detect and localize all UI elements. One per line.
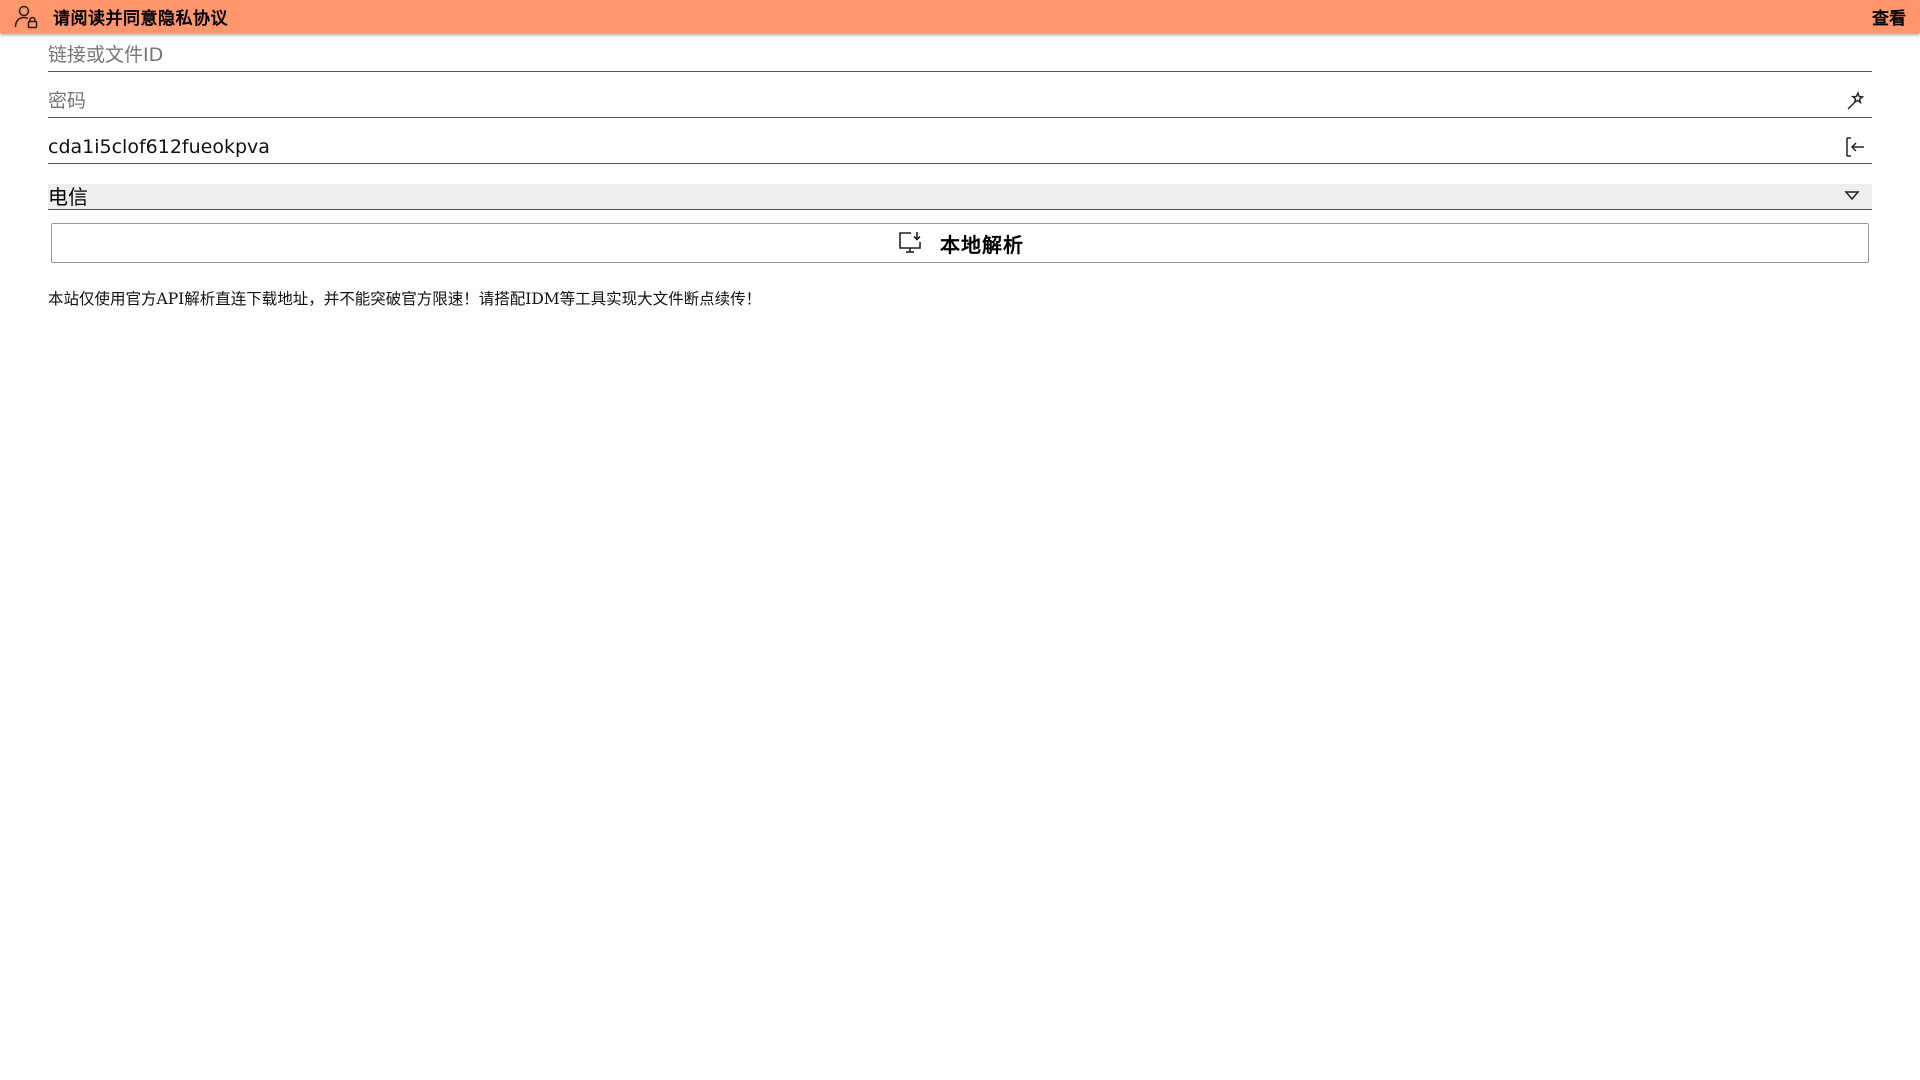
local-parse-button[interactable]: 本地解析 — [51, 223, 1869, 263]
local-parse-label: 本地解析 — [940, 232, 1024, 257]
view-privacy-button[interactable]: 查看 — [1872, 4, 1906, 29]
user-lock-icon — [12, 3, 40, 31]
notice-text: 本站仅使用官方API解析直连下载地址，并不能突破官方限速！请搭配IDM等工具实现… — [48, 290, 762, 308]
line-select[interactable]: 电信 — [48, 184, 1872, 210]
banner-title: 请阅读并同意隐私协议 — [53, 9, 228, 29]
line-select-value: 电信 — [48, 185, 88, 209]
magic-wand-icon[interactable] — [1844, 90, 1866, 112]
login-icon[interactable] — [1844, 136, 1866, 158]
link-field — [48, 38, 1872, 72]
dropdown-caret-icon — [1844, 188, 1860, 204]
code-input[interactable] — [48, 130, 1818, 163]
code-field — [48, 130, 1872, 164]
password-field — [48, 84, 1872, 118]
monitor-download-icon — [896, 229, 924, 257]
password-input[interactable] — [48, 84, 1818, 117]
link-input[interactable] — [48, 38, 1818, 71]
privacy-banner: 请阅读并同意隐私协议 查看 — [0, 0, 1920, 33]
